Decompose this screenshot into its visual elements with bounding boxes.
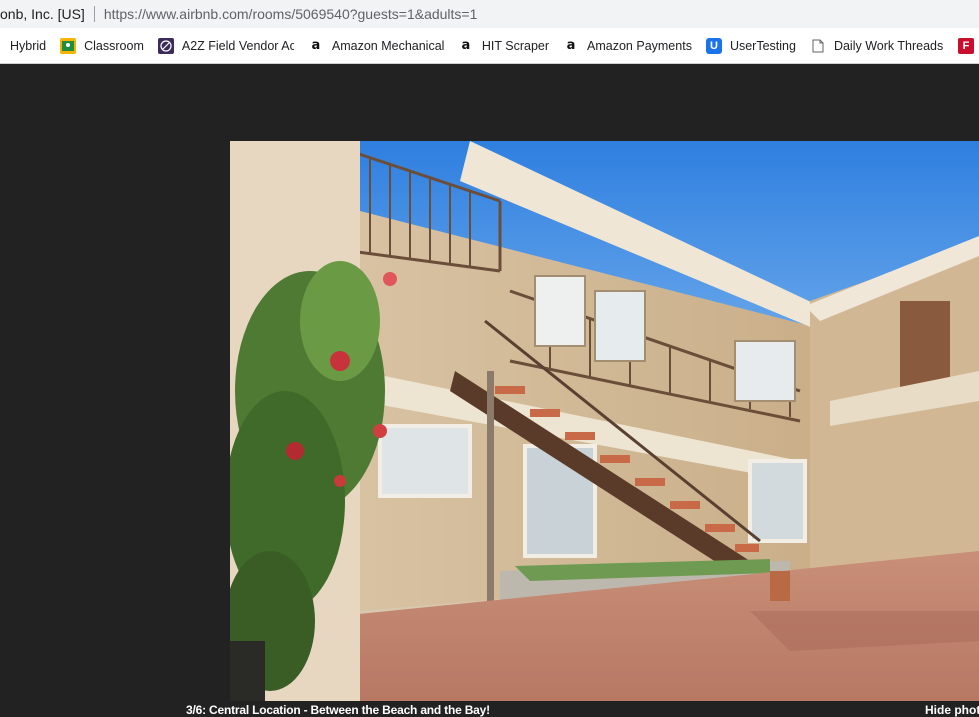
- listing-photo[interactable]: [230, 141, 979, 701]
- bookmark-usertesting[interactable]: U UserTesting: [700, 34, 802, 58]
- bookmark-label: UserTesting: [729, 38, 796, 53]
- bookmark-label: Amazon Payments: [587, 38, 692, 53]
- address-divider: [93, 6, 95, 22]
- photo-viewer: 3/6: Central Location - Between the Beac…: [0, 64, 979, 717]
- bookmark-f[interactable]: F: [952, 34, 979, 58]
- usertesting-icon: U: [705, 37, 722, 54]
- bookmark-a2z[interactable]: A2Z Field Vendor Acc: [152, 34, 300, 58]
- bookmark-amazon-payments[interactable]: a Amazon Payments: [557, 34, 698, 58]
- apartment-courtyard-image: [230, 141, 979, 701]
- bookmark-daily-work-threads[interactable]: Daily Work Threads |: [804, 34, 950, 58]
- bookmark-label: Amazon Mechanical T: [331, 38, 444, 53]
- bookmark-label: Hybrid: [10, 38, 47, 53]
- amazon-icon: a: [311, 38, 321, 53]
- f-icon: F: [957, 37, 974, 54]
- address-bar[interactable]: onb, Inc. [US] https://www.airbnb.com/ro…: [0, 0, 979, 28]
- bookmark-amazon-mturk[interactable]: a Amazon Mechanical T: [302, 34, 450, 58]
- bookmark-label: A2Z Field Vendor Acc: [181, 38, 294, 53]
- site-identity[interactable]: onb, Inc. [US]: [0, 6, 85, 22]
- bookmarks-bar: Hybrid Classroom A2Z Field Vendor Acc a …: [0, 28, 979, 64]
- page-icon: [810, 38, 826, 54]
- url-text[interactable]: https://www.airbnb.com/rooms/5069540?gue…: [104, 6, 478, 22]
- bookmark-label: Classroom: [84, 38, 144, 53]
- bookmark-label: Daily Work Threads |: [833, 38, 944, 53]
- bookmark-label: HIT Scraper: [481, 38, 550, 53]
- photo-caption: 3/6: Central Location - Between the Beac…: [186, 703, 490, 717]
- bookmark-classroom[interactable]: Classroom: [54, 34, 150, 58]
- bookmark-hybrid[interactable]: Hybrid: [0, 34, 52, 58]
- google-classroom-icon: [60, 37, 77, 54]
- a2z-icon: [157, 37, 174, 54]
- amazon-icon: a: [461, 38, 471, 53]
- bookmark-hit-scraper[interactable]: a HIT Scraper: [452, 34, 555, 58]
- amazon-icon: a: [566, 38, 576, 53]
- hide-photos-button[interactable]: Hide photos: [925, 703, 979, 717]
